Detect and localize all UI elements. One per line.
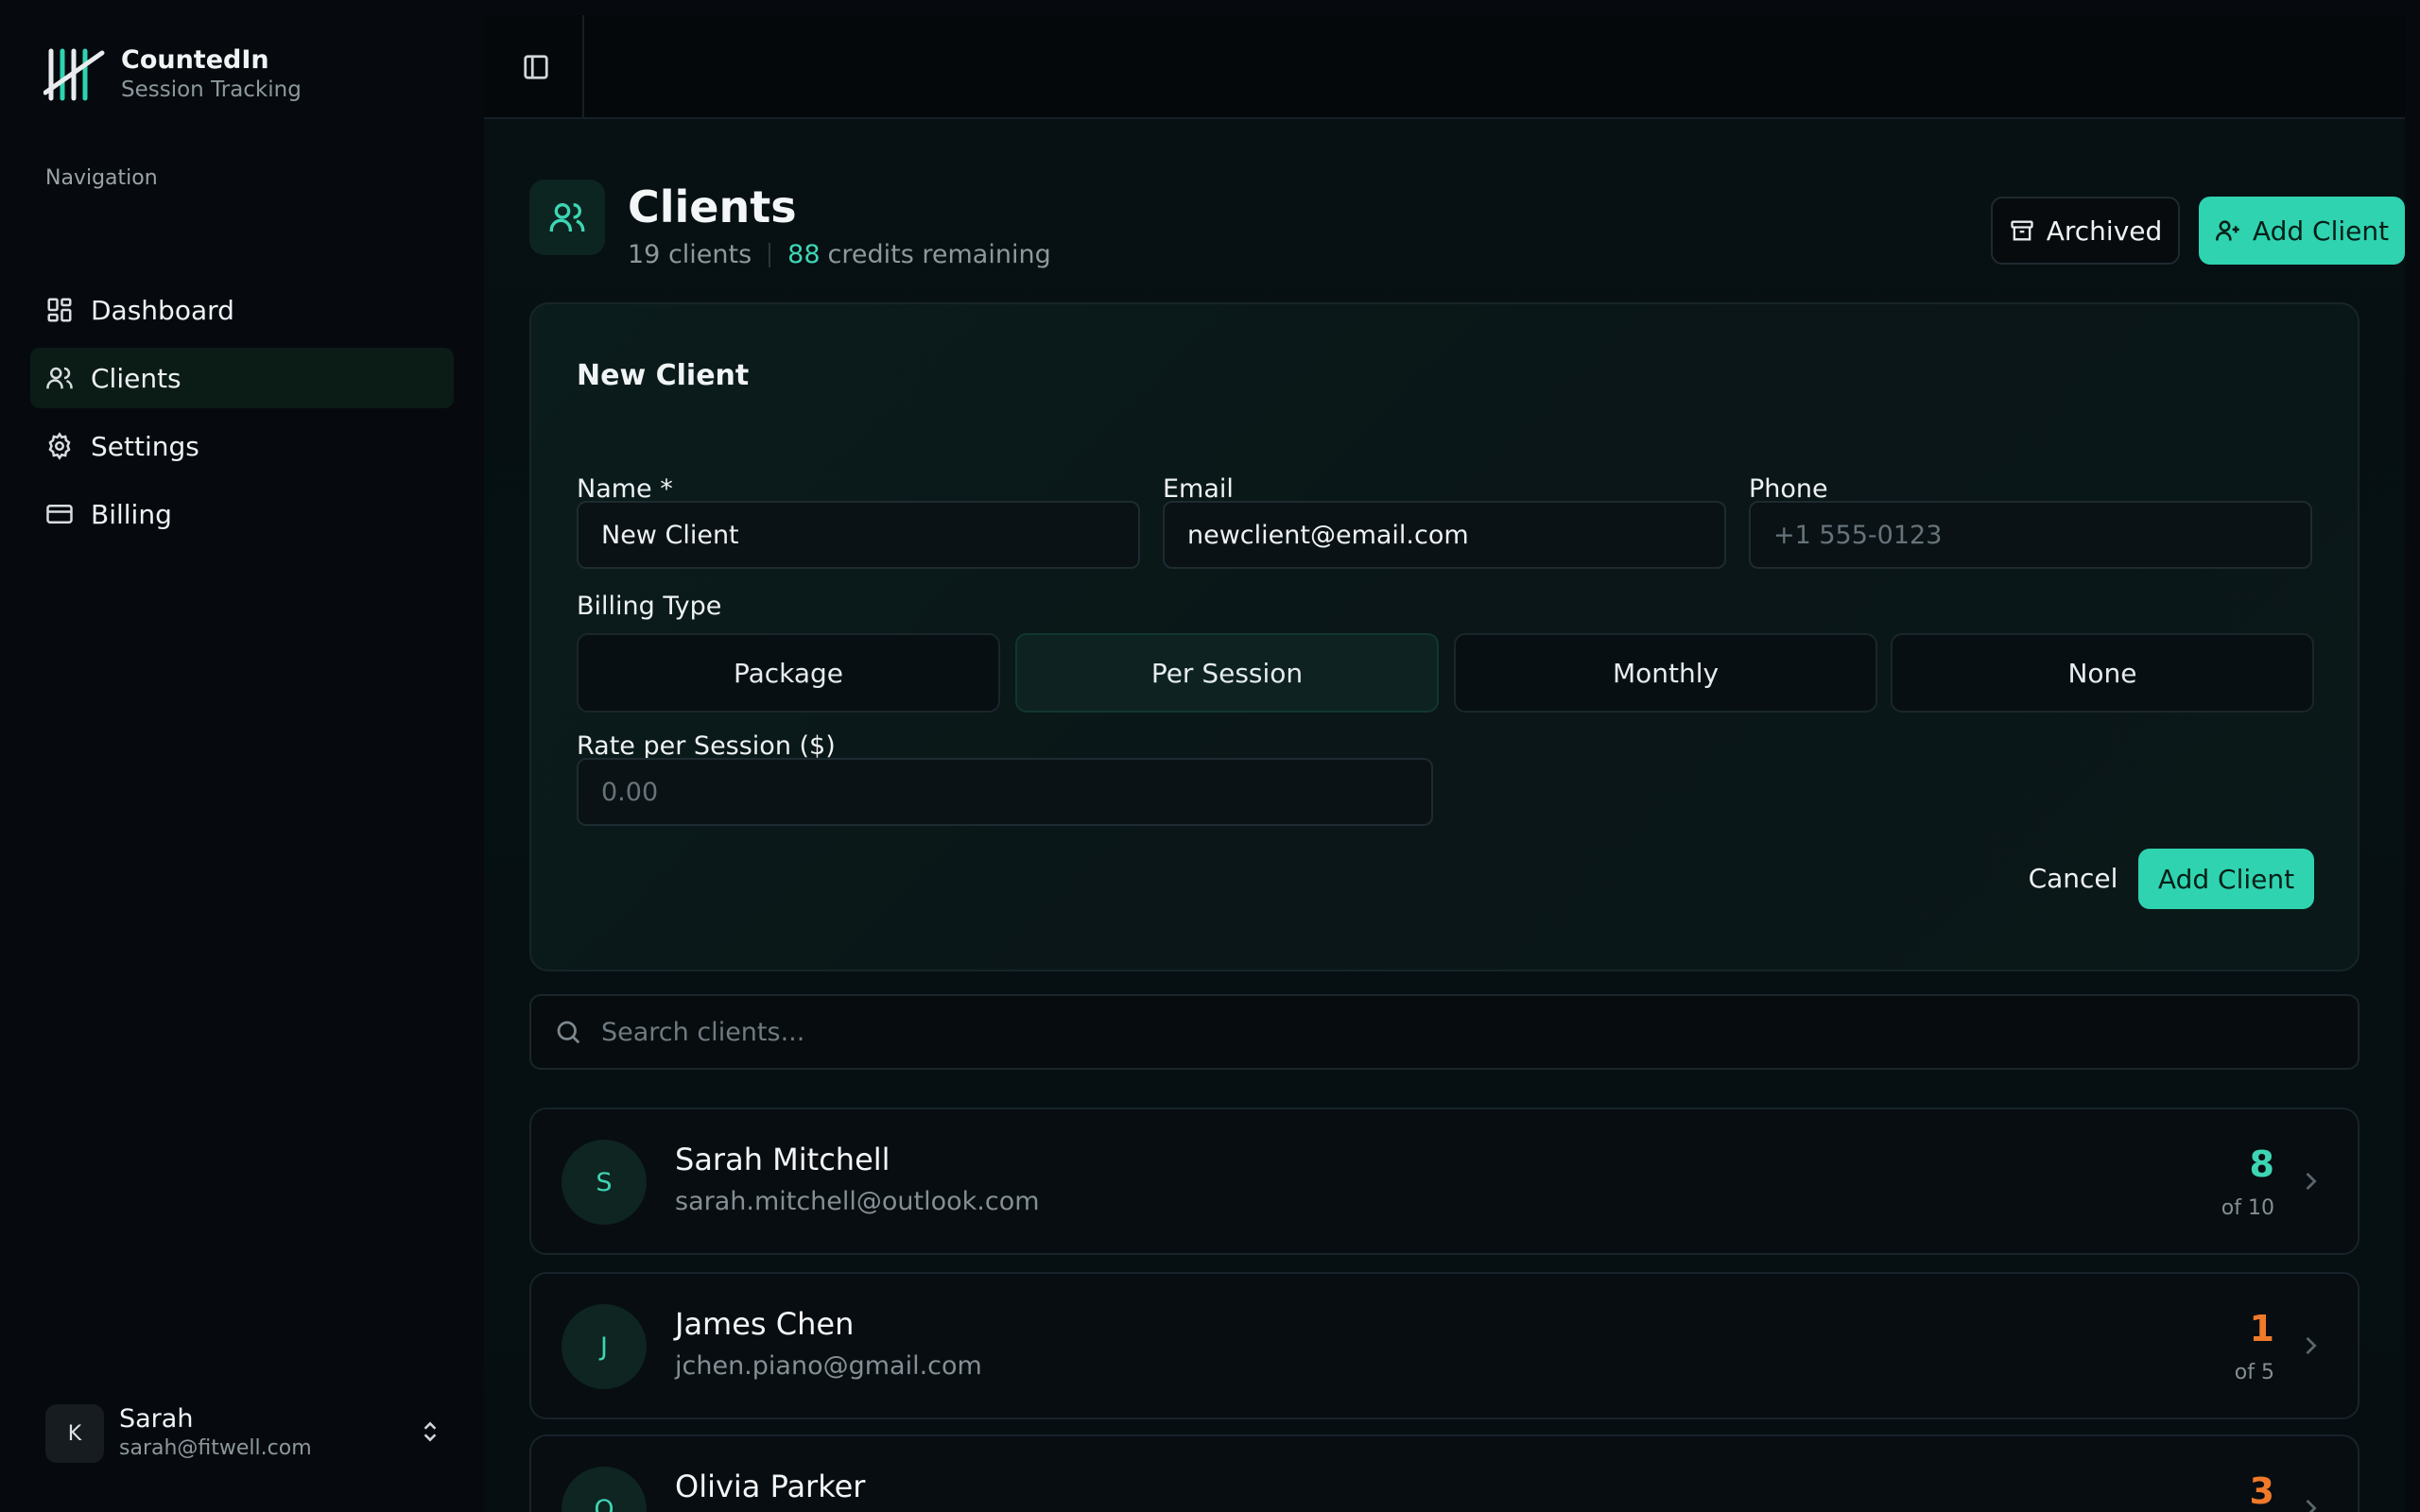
client-name: Olivia Parker (675, 1469, 866, 1504)
add-client-label: Add Client (2252, 215, 2390, 247)
sidebar-item-label: Billing (91, 498, 172, 530)
brand-subtitle: Session Tracking (121, 77, 302, 102)
main-content: Clients 19 clients 88 credits remaining … (484, 15, 2405, 1512)
email-label: Email (1163, 474, 1234, 504)
archived-button[interactable]: Archived (1991, 197, 2180, 265)
chevron-right-icon (2297, 1168, 2324, 1194)
search-input[interactable]: Search clients... (529, 994, 2360, 1070)
cancel-button[interactable]: Cancel (2002, 849, 2144, 907)
sidebar-item-label: Dashboard (91, 294, 234, 326)
client-row-james-chen[interactable]: J James Chen jchen.piano@gmail.com 1 of … (529, 1272, 2360, 1419)
sidebar-item-clients[interactable]: Clients (30, 348, 454, 408)
app-root: CountedIn Session Tracking Navigation Da… (0, 0, 2420, 1512)
client-count: 19 clients (628, 240, 752, 269)
divider (769, 242, 771, 267)
sidebar-item-settings[interactable]: Settings (30, 416, 454, 476)
chevron-right-icon (2297, 1332, 2324, 1359)
brand[interactable]: CountedIn Session Tracking (43, 45, 302, 104)
search-placeholder: Search clients... (601, 1017, 805, 1047)
form-title: New Client (577, 359, 750, 392)
name-label: Name * (577, 474, 673, 504)
topbar-divider (582, 15, 584, 119)
sidebar-item-dashboard[interactable]: Dashboard (30, 280, 454, 340)
credit-card-icon (46, 505, 73, 524)
sessions-remaining: 8 (2249, 1143, 2274, 1185)
add-client-button[interactable]: Add Client (2199, 197, 2405, 265)
sidebar-item-billing[interactable]: Billing (30, 484, 454, 544)
user-plus-icon (2215, 220, 2239, 241)
page-header: Clients 19 clients 88 credits remaining … (529, 176, 2405, 270)
nav-heading: Navigation (45, 166, 158, 190)
avatar: S (562, 1140, 647, 1225)
users-icon (46, 367, 73, 389)
sidebar-item-label: Settings (91, 430, 199, 462)
search-icon (557, 1021, 580, 1044)
billing-option-per-session[interactable]: Per Session (1015, 633, 1439, 713)
user-email: sarah@fitwell.com (119, 1436, 312, 1460)
topbar (484, 15, 2405, 119)
sidebar-item-label: Clients (91, 362, 182, 394)
gear-icon (48, 432, 71, 460)
users-icon (529, 180, 605, 255)
sidebar-toggle-icon[interactable] (522, 53, 550, 81)
sidebar-nav: Dashboard Clients Settings Billing (30, 280, 454, 552)
user-name: Sarah (119, 1404, 194, 1434)
chevron-right-icon (2297, 1495, 2324, 1512)
rate-label: Rate per Session ($) (577, 731, 836, 761)
billing-option-package[interactable]: Package (577, 633, 1000, 713)
client-row-sarah-mitchell[interactable]: S Sarah Mitchell sarah.mitchell@outlook.… (529, 1108, 2360, 1255)
chevrons-up-down-icon[interactable] (418, 1419, 442, 1448)
new-client-form: New Client Name * New Client Email newcl… (529, 302, 2360, 971)
sessions-remaining: 1 (2249, 1308, 2274, 1349)
billing-option-monthly[interactable]: Monthly (1454, 633, 1877, 713)
avatar: O (562, 1467, 647, 1512)
page-title: Clients (628, 181, 797, 232)
client-name: James Chen (675, 1306, 855, 1342)
phone-label: Phone (1749, 474, 1828, 504)
archived-label: Archived (2046, 215, 2163, 247)
brand-name: CountedIn (121, 45, 269, 75)
submit-add-client-button[interactable]: Add Client (2138, 849, 2314, 909)
sessions-total: of 10 (2221, 1196, 2274, 1220)
avatar: J (562, 1304, 647, 1389)
rate-field[interactable]: 0.00 (577, 758, 1433, 826)
credits-count: 88 (787, 240, 821, 269)
client-name: Sarah Mitchell (675, 1142, 890, 1177)
sessions-total: of 5 (2234, 1361, 2274, 1384)
tally-logo-icon (43, 48, 105, 101)
avatar: K (45, 1404, 104, 1463)
page-subtitle: 19 clients 88 credits remaining (628, 240, 1051, 269)
archive-icon (2011, 220, 2033, 241)
sidebar: CountedIn Session Tracking Navigation Da… (0, 0, 484, 1512)
name-field[interactable]: New Client (577, 501, 1140, 569)
billing-type-label: Billing Type (577, 592, 722, 621)
email-field[interactable]: newclient@email.com (1163, 501, 1726, 569)
dashboard-icon (47, 298, 72, 322)
billing-option-none[interactable]: None (1891, 633, 2314, 713)
credits-label: credits remaining (827, 240, 1051, 269)
user-menu[interactable]: K Sarah sarah@fitwell.com (45, 1404, 442, 1463)
client-row-olivia-parker[interactable]: O Olivia Parker 3 (529, 1435, 2360, 1512)
sessions-remaining: 3 (2249, 1470, 2274, 1512)
phone-field[interactable]: +1 555-0123 (1749, 501, 2312, 569)
client-email: jchen.piano@gmail.com (675, 1351, 982, 1381)
client-email: sarah.mitchell@outlook.com (675, 1187, 1040, 1216)
